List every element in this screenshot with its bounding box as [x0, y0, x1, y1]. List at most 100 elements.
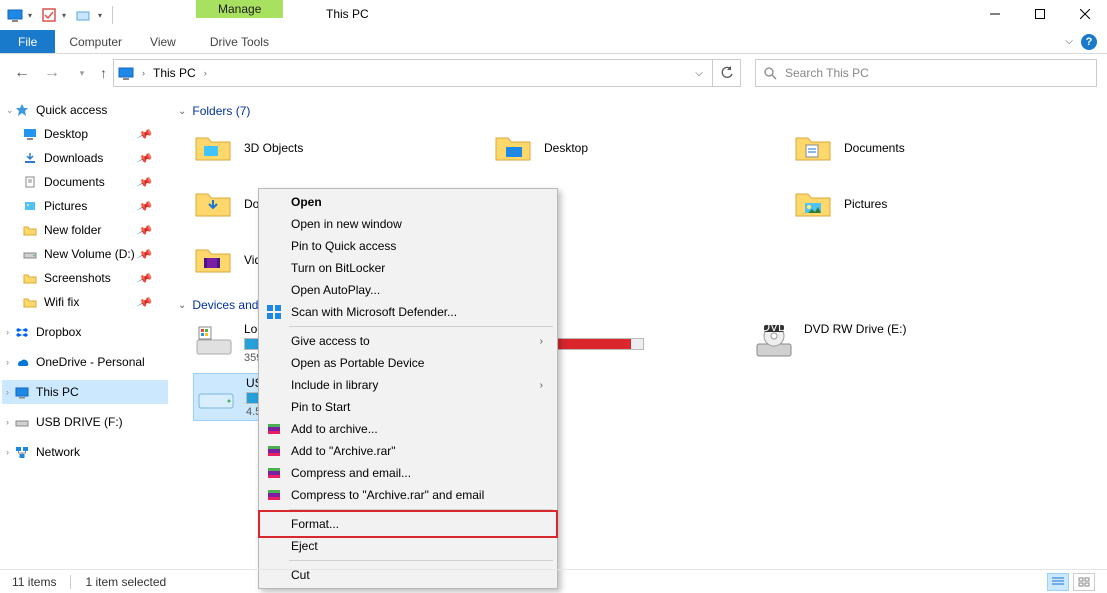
chevron-down-icon[interactable]: ⌄ [6, 105, 14, 116]
menu-pin-quick-access[interactable]: Pin to Quick access [261, 235, 555, 257]
folder-documents[interactable]: Documents [794, 128, 1034, 168]
menu-scan-defender[interactable]: Scan with Microsoft Defender... [261, 301, 555, 323]
menu-pin-start[interactable]: Pin to Start [261, 396, 555, 418]
tab-computer[interactable]: Computer [55, 30, 136, 53]
chevron-down-icon[interactable]: ⌄ [178, 106, 186, 117]
folder-icon [194, 244, 232, 276]
address-dropdown[interactable]: ⌵ [690, 68, 708, 79]
drive-icon [14, 414, 30, 430]
ribbon-collapse-chevron[interactable]: ⌵ [1065, 36, 1073, 47]
chevron-right-icon[interactable]: › [6, 447, 9, 457]
menu-compress-email[interactable]: Compress and email... [261, 462, 555, 484]
menu-open-new-window[interactable]: Open in new window [261, 213, 555, 235]
qat-customize-chevron[interactable]: ▾ [98, 11, 106, 20]
recent-dropdown[interactable]: ▾ [70, 61, 94, 85]
close-button[interactable] [1062, 0, 1107, 28]
chevron-right-icon[interactable]: › [6, 417, 9, 427]
winrar-icon [265, 420, 283, 438]
menu-format[interactable]: Format... [261, 513, 555, 535]
menu-open[interactable]: Open [261, 191, 555, 213]
qat-dropdown-chevron[interactable]: ▾ [62, 11, 70, 20]
new-folder-qat-icon[interactable] [74, 6, 92, 24]
onedrive-icon [14, 354, 30, 370]
refresh-button[interactable] [713, 59, 741, 87]
chevron-icon[interactable]: › [204, 68, 207, 78]
back-button[interactable]: ← [10, 61, 34, 85]
chevron-right-icon[interactable]: › [6, 357, 9, 367]
sidebar-quick-access[interactable]: ⌄ Quick access [2, 98, 168, 122]
documents-icon [22, 174, 38, 190]
minimize-button[interactable] [972, 0, 1017, 28]
pin-icon: 📌 [136, 126, 153, 143]
sidebar-item-wifi-fix[interactable]: Wifi fix📌 [2, 290, 168, 314]
maximize-button[interactable] [1017, 0, 1062, 28]
menu-add-archive[interactable]: Add to archive... [261, 418, 555, 440]
manage-contextual-tab[interactable]: Manage [196, 0, 283, 18]
folder-pictures[interactable]: Pictures [794, 184, 1034, 224]
folder-icon [194, 132, 232, 164]
search-icon [764, 67, 777, 80]
separator [70, 575, 71, 589]
sidebar-dropbox[interactable]: ›Dropbox [2, 320, 168, 344]
search-box[interactable]: Search This PC [755, 59, 1097, 87]
winrar-icon [265, 486, 283, 504]
help-icon[interactable]: ? [1081, 34, 1097, 50]
chevron-down-icon[interactable]: ⌄ [178, 300, 186, 311]
view-details-button[interactable] [1047, 573, 1069, 591]
menu-bitlocker[interactable]: Turn on BitLocker [261, 257, 555, 279]
menu-add-rar[interactable]: Add to "Archive.rar" [261, 440, 555, 462]
sidebar-item-downloads[interactable]: Downloads📌 [2, 146, 168, 170]
breadcrumb-this-pc[interactable]: This PC [153, 66, 196, 80]
sidebar-item-new-folder[interactable]: New folder📌 [2, 218, 168, 242]
chevron-icon[interactable]: › [142, 68, 145, 78]
sidebar-this-pc[interactable]: ›This PC [2, 380, 168, 404]
pc-icon [14, 384, 30, 400]
sidebar-item-screenshots[interactable]: Screenshots📌 [2, 266, 168, 290]
drive-name: DVD RW Drive (E:) [804, 322, 906, 336]
view-large-icons-button[interactable] [1073, 573, 1095, 591]
sidebar-item-desktop[interactable]: Desktop📌 [2, 122, 168, 146]
sidebar-network[interactable]: ›Network [2, 440, 168, 464]
address-bar[interactable]: › This PC › ⌵ [113, 59, 713, 87]
menu-give-access[interactable]: Give access to› [261, 330, 555, 352]
tab-file[interactable]: File [0, 30, 55, 53]
folder-desktop[interactable]: Desktop [494, 128, 734, 168]
drive-dvd-e[interactable]: DVD DVD RW Drive (E:) [754, 322, 974, 364]
menu-autoplay[interactable]: Open AutoPlay... [261, 279, 555, 301]
tab-view[interactable]: View [136, 30, 190, 53]
winrar-icon [265, 464, 283, 482]
pin-icon: 📌 [136, 198, 153, 215]
folder-icon [22, 294, 38, 310]
menu-eject[interactable]: Eject [261, 535, 555, 557]
forward-button[interactable]: → [40, 61, 64, 85]
star-icon [14, 102, 30, 118]
pin-icon: 📌 [136, 150, 153, 167]
tab-drive-tools[interactable]: Drive Tools [196, 30, 283, 53]
winrar-icon [265, 442, 283, 460]
sidebar-usb-drive[interactable]: ›USB DRIVE (F:) [2, 410, 168, 434]
sidebar-item-documents[interactable]: Documents📌 [2, 170, 168, 194]
menu-open-portable[interactable]: Open as Portable Device [261, 352, 555, 374]
downloads-icon [22, 150, 38, 166]
qat-menu-chevron[interactable]: ▾ [28, 11, 36, 20]
sidebar-onedrive[interactable]: ›OneDrive - Personal [2, 350, 168, 374]
menu-compress-rar-email[interactable]: Compress to "Archive.rar" and email [261, 484, 555, 506]
dropbox-icon [14, 324, 30, 340]
separator [289, 326, 553, 327]
chevron-right-icon[interactable]: › [6, 327, 9, 337]
pc-icon [118, 65, 134, 81]
ribbon-tabs: File Computer View Drive Tools ⌵ ? [0, 30, 1107, 54]
folders-section-header[interactable]: ⌄ Folders (7) [178, 104, 1099, 118]
desktop-icon [22, 126, 38, 142]
folder-3d-objects[interactable]: 3D Objects [194, 128, 434, 168]
properties-icon[interactable] [40, 6, 58, 24]
pc-icon [6, 6, 24, 24]
navigation-bar: ← → ▾ ↑ › This PC › ⌵ Search This PC [0, 54, 1107, 92]
quick-access-toolbar: ▾ ▾ ▾ [0, 0, 121, 30]
title-bar: ▾ ▾ ▾ Manage This PC [0, 0, 1107, 30]
sidebar-item-pictures[interactable]: Pictures📌 [2, 194, 168, 218]
sidebar-item-new-volume-d[interactable]: New Volume (D:)📌 [2, 242, 168, 266]
chevron-right-icon[interactable]: › [6, 387, 9, 397]
menu-include-library[interactable]: Include in library› [261, 374, 555, 396]
up-button[interactable]: ↑ [100, 65, 107, 81]
